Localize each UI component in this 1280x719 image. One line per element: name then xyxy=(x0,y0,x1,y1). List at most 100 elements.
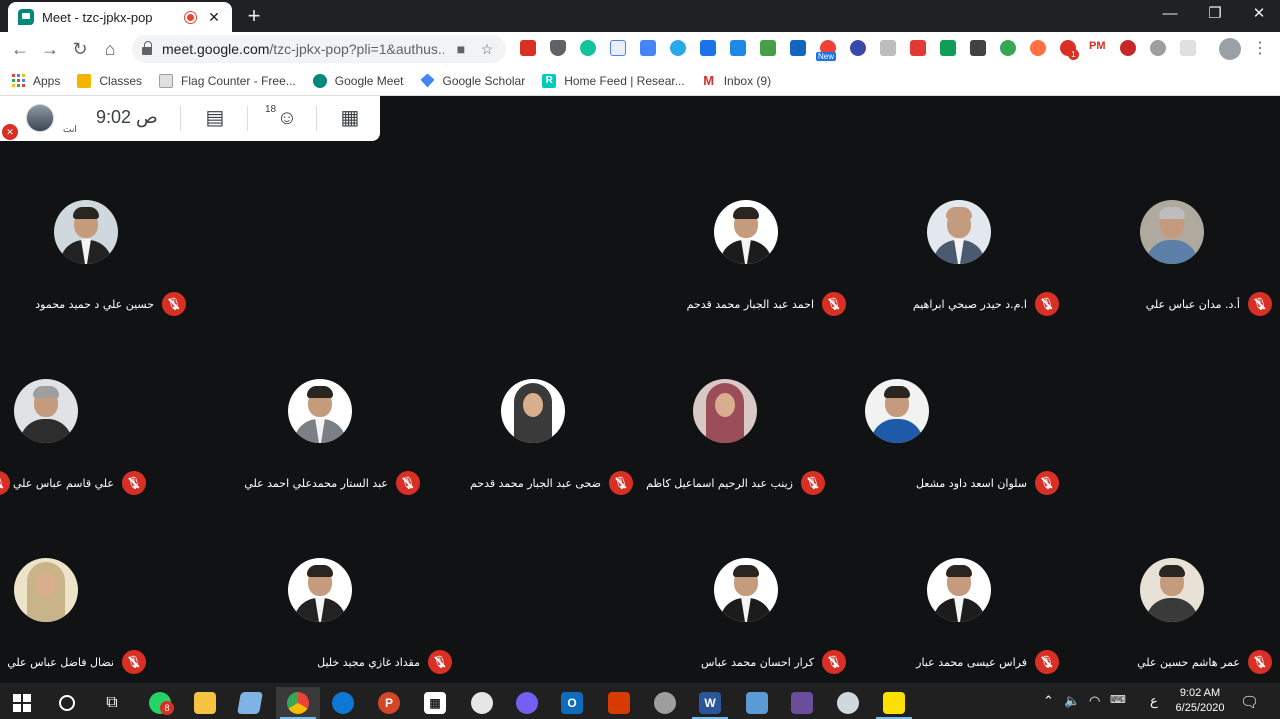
google-classroom-icon[interactable] xyxy=(940,40,956,56)
telegram-icon[interactable] xyxy=(670,40,686,56)
extension-upload-icon[interactable] xyxy=(1180,40,1196,56)
taskbar-notes[interactable] xyxy=(228,687,272,719)
participant-tile[interactable]: 🎙 زينب عبد الرحيم اسماعيل كاظم xyxy=(646,379,860,529)
task-view-button[interactable]: ⧉ xyxy=(90,687,134,719)
show-hidden-icons-button[interactable]: ⌃ xyxy=(1043,693,1054,709)
keyboard-icon[interactable]: ⌨ xyxy=(1110,693,1126,706)
participant-tile[interactable]: 🎙 علي قاسم عباس علي xyxy=(0,379,200,529)
extension-pm-icon[interactable]: PM xyxy=(1089,40,1106,52)
participant-name: عبد الستار محمدعلي احمد علي xyxy=(244,476,388,490)
extension-cat-icon[interactable] xyxy=(1030,40,1046,56)
divider xyxy=(247,106,248,131)
extension-window-icon[interactable] xyxy=(700,40,716,56)
participant-tile[interactable]: 🎙 أ.د. مدان عباس علي xyxy=(1086,200,1280,350)
bookmark-apps[interactable]: Apps xyxy=(12,74,60,88)
mic-off-icon: 🎙 xyxy=(609,471,633,495)
bookmark-researchgate[interactable]: R Home Feed | Resear... xyxy=(542,73,685,88)
taskbar-webcam[interactable] xyxy=(643,687,687,719)
participant-tile[interactable]: 🎙 احمد عبد الجبار محمد قدحم xyxy=(660,200,860,350)
participant-tile[interactable]: 🎙 سلوان اسعد داود مشعل xyxy=(843,379,1059,529)
participant-name-row: 🎙 عبد الستار محمدعلي احمد علي xyxy=(244,471,420,495)
taskbar-whatsapp[interactable]: 8 xyxy=(138,687,182,719)
profile-avatar[interactable] xyxy=(1219,38,1241,60)
participant-avatar xyxy=(288,379,352,443)
volume-icon[interactable]: 🔈 xyxy=(1064,693,1080,709)
new-tab-button[interactable]: + xyxy=(244,4,264,28)
participant-tile[interactable]: 🎙 ا.م.د حيدر صبحي ابراهيم xyxy=(873,200,1073,350)
new-badge: New xyxy=(816,52,837,61)
taskbar-edge[interactable] xyxy=(321,687,365,719)
books-icon xyxy=(791,692,813,714)
edge-icon xyxy=(332,692,354,714)
bookmark-flag-counter[interactable]: Flag Counter - Free... xyxy=(159,73,296,88)
extension-book-icon[interactable] xyxy=(790,40,806,56)
participant-avatar xyxy=(501,379,565,443)
back-button[interactable]: ← xyxy=(7,36,33,62)
notification-count-badge: 1 xyxy=(1068,49,1079,60)
taskbar-sticky-notes[interactable] xyxy=(872,687,916,719)
participant-avatar xyxy=(927,558,991,622)
camera-icon[interactable]: ■ xyxy=(452,40,470,58)
taskbar-file-explorer[interactable] xyxy=(183,687,227,719)
participant-name-row: 🎙 علي قاسم عباس علي xyxy=(13,471,146,495)
taskbar-outlook[interactable]: O xyxy=(550,687,594,719)
layout-grid-icon[interactable]: ▦ xyxy=(335,104,365,132)
taskbar-books[interactable] xyxy=(780,687,824,719)
tab-close-button[interactable]: ✕ xyxy=(206,9,222,26)
search-button[interactable] xyxy=(45,687,89,719)
extension-s-icon[interactable] xyxy=(850,40,866,56)
close-window-button[interactable]: ✕ xyxy=(1237,0,1280,28)
participant-name: ضحى عبد الجبار محمد قدحم xyxy=(469,476,601,490)
extension-printer-icon[interactable] xyxy=(760,40,776,56)
self-avatar[interactable] xyxy=(26,104,54,132)
extension-grid-icon[interactable] xyxy=(970,40,986,56)
participant-tile[interactable]: 🎙 حسين علي د حميد محمود xyxy=(0,200,200,350)
taskbar-powerpoint[interactable]: P xyxy=(367,687,411,719)
extension-red-icon[interactable] xyxy=(520,40,536,56)
chat-icon[interactable]: ▤ xyxy=(200,104,230,132)
taskbar-paint[interactable] xyxy=(460,687,504,719)
participants-icon[interactable]: ☺ xyxy=(272,104,302,132)
extension-screen-icon[interactable] xyxy=(880,40,896,56)
taskbar-palette[interactable] xyxy=(826,687,870,719)
extension-apple-icon[interactable] xyxy=(1120,40,1136,56)
taskbar-word[interactable]: W xyxy=(688,687,732,719)
chrome-menu-icon[interactable]: ⋮ xyxy=(1252,38,1268,58)
input-language[interactable]: ع xyxy=(1150,693,1158,709)
bookmark-classes[interactable]: Classes xyxy=(77,73,142,88)
extension-video-icon[interactable] xyxy=(910,40,926,56)
mic-off-icon: 🎙 xyxy=(1248,650,1272,674)
mic-off-icon: 🎙 xyxy=(162,292,186,316)
taskbar-screen-app[interactable] xyxy=(735,687,779,719)
extension-green-icon[interactable] xyxy=(1000,40,1016,56)
bookmark-star-icon[interactable]: ☆ xyxy=(478,40,496,58)
taskbar-office[interactable] xyxy=(597,687,641,719)
action-center-icon[interactable]: 🗨 xyxy=(1240,693,1259,711)
restore-button[interactable]: ❐ xyxy=(1193,0,1237,28)
home-button[interactable]: ⌂ xyxy=(97,36,123,62)
address-bar[interactable]: meet.google.com/tzc-jpkx-pop?pli=1&authu… xyxy=(132,35,506,63)
participant-tile[interactable]: 🎙 عبد الستار محمدعلي احمد علي xyxy=(234,379,434,529)
grammarly-icon[interactable] xyxy=(580,40,596,56)
extension-camera-icon[interactable] xyxy=(640,40,656,56)
extension-arrow-icon[interactable] xyxy=(730,40,746,56)
extension-people-icon[interactable] xyxy=(1150,40,1166,56)
bookmark-google-scholar[interactable]: Google Scholar xyxy=(420,73,525,88)
bookmark-google-meet[interactable]: Google Meet xyxy=(312,73,403,88)
start-button[interactable] xyxy=(0,687,44,719)
forward-button[interactable]: → xyxy=(37,36,63,62)
classes-icon xyxy=(77,73,92,88)
tab-meet[interactable]: Meet - tzc-jpkx-pop ✕ xyxy=(8,2,232,32)
system-clock[interactable]: 9:02 AM 6/25/2020 xyxy=(1170,686,1230,716)
outlook-icon: O xyxy=(561,692,583,714)
taskbar-viber[interactable] xyxy=(505,687,549,719)
reload-button[interactable]: ↻ xyxy=(67,36,93,62)
taskbar-chrome[interactable] xyxy=(276,687,320,719)
minimize-button[interactable]: — xyxy=(1148,0,1192,28)
taskbar-calculator[interactable]: ▦ xyxy=(413,687,457,719)
extension-shield-icon[interactable] xyxy=(550,40,566,56)
participant-tile[interactable]: 🎙 ضحى عبد الجبار محمد قدحم xyxy=(447,379,647,529)
network-icon[interactable]: ◠ xyxy=(1089,693,1100,709)
bookmark-inbox[interactable]: M Inbox (9) xyxy=(702,73,771,88)
extension-search-icon[interactable] xyxy=(610,40,626,56)
